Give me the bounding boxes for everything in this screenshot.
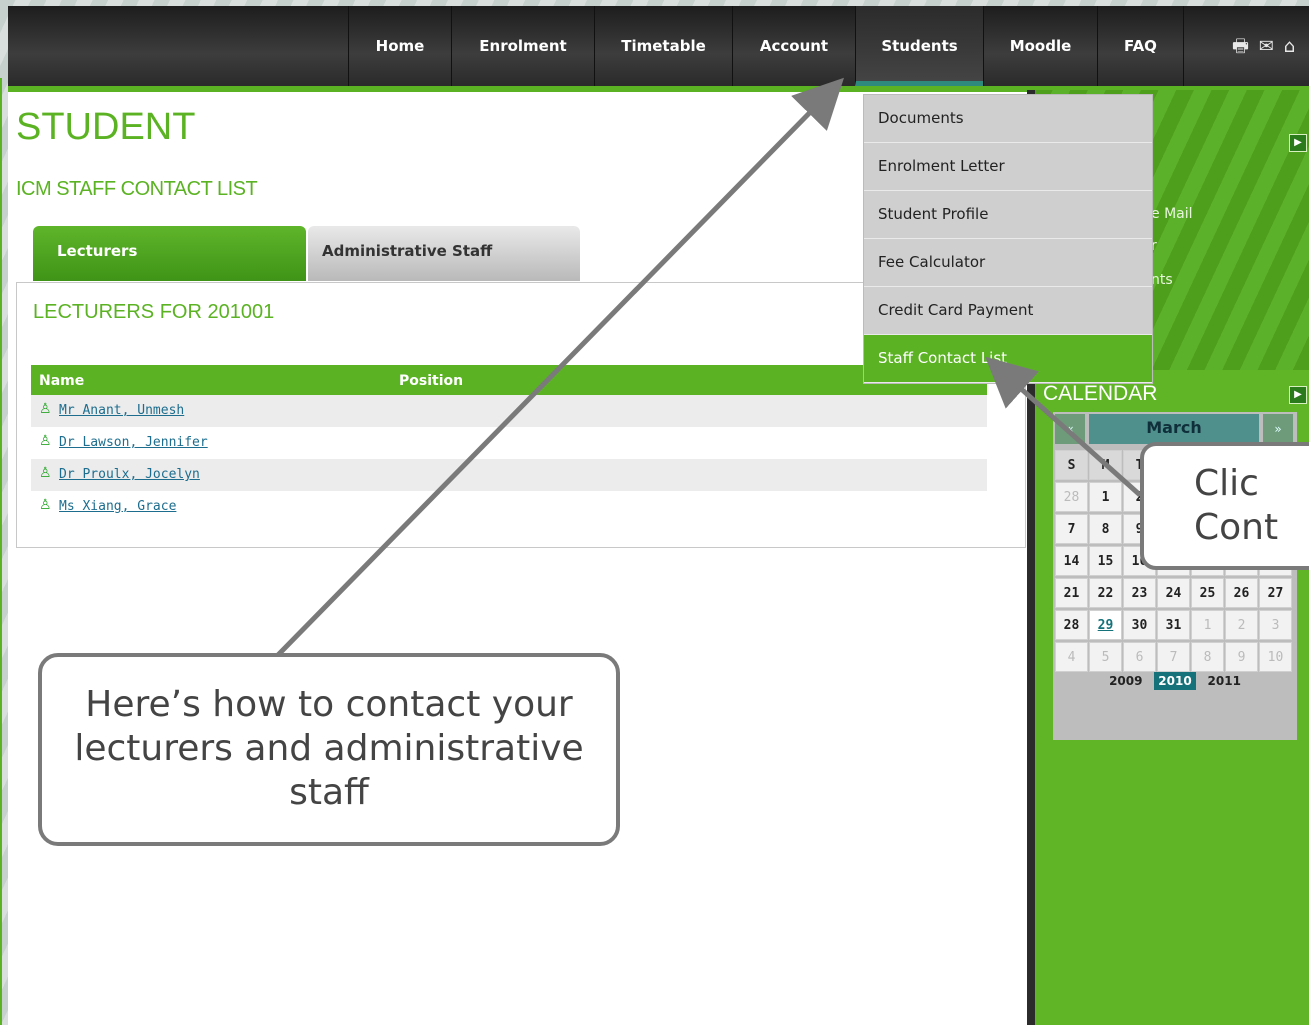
- calendar-day[interactable]: 28: [1055, 610, 1088, 640]
- nav-faq[interactable]: FAQ: [1097, 6, 1183, 86]
- calendar-day[interactable]: 8: [1191, 642, 1224, 672]
- calendar-day[interactable]: 14: [1055, 546, 1088, 576]
- menu-item-enrolment-letter[interactable]: Enrolment Letter: [864, 143, 1152, 191]
- person-icon: ♙: [39, 497, 52, 513]
- mail-icon[interactable]: ✉: [1259, 36, 1276, 57]
- calendar-day[interactable]: 2: [1225, 610, 1258, 640]
- nav-enrolment[interactable]: Enrolment: [451, 6, 594, 86]
- calendar-day[interactable]: 30: [1123, 610, 1156, 640]
- calendar-day[interactable]: 25: [1191, 578, 1224, 608]
- lecturer-link[interactable]: Ms Xiang, Grace: [59, 499, 176, 514]
- expand-arrow-icon[interactable]: ▶: [1289, 386, 1307, 404]
- expand-arrow-icon[interactable]: ▶: [1289, 134, 1307, 152]
- page-title: STUDENT: [16, 106, 196, 148]
- tab-administrative-staff[interactable]: Administrative Staff: [308, 226, 580, 281]
- sidebar-link[interactable]: e Mail: [1151, 206, 1193, 222]
- table-row: ♙ Ms Xiang, Grace: [31, 491, 987, 523]
- table-row: ♙ Mr Anant, Unmesh: [31, 395, 987, 427]
- calendar-day[interactable]: 24: [1157, 578, 1190, 608]
- calendar-day[interactable]: 8: [1089, 514, 1122, 544]
- person-icon: ♙: [39, 401, 52, 417]
- page-subtitle: ICM STAFF CONTACT LIST: [16, 178, 258, 200]
- calendar-day[interactable]: 7: [1055, 514, 1088, 544]
- calendar-day[interactable]: 15: [1089, 546, 1122, 576]
- table-row: ♙ Dr Proulx, Jocelyn: [31, 459, 987, 491]
- menu-item-student-profile[interactable]: Student Profile: [864, 191, 1152, 239]
- calendar-day[interactable]: 1: [1089, 482, 1122, 512]
- lecturer-link[interactable]: Mr Anant, Unmesh: [59, 403, 184, 418]
- home-icon[interactable]: ⌂: [1284, 36, 1297, 57]
- year-selector: 2009 2010 2011: [1053, 672, 1297, 690]
- year-link[interactable]: 2011: [1204, 672, 1245, 690]
- calendar-day[interactable]: 6: [1123, 642, 1156, 672]
- calendar-day[interactable]: 3: [1259, 610, 1292, 640]
- lecturer-link[interactable]: Dr Proulx, Jocelyn: [59, 467, 200, 482]
- nav-home[interactable]: Home: [348, 6, 451, 86]
- calendar-day[interactable]: 4: [1055, 642, 1088, 672]
- column-header-name: Name: [39, 373, 85, 389]
- callout-click-line2: Cont: [1194, 507, 1279, 548]
- table-row: ♙ Dr Lawson, Jennifer: [31, 427, 987, 459]
- calendar-day[interactable]: 26: [1225, 578, 1258, 608]
- next-month-button[interactable]: »: [1263, 414, 1293, 444]
- calendar-day[interactable]: 23: [1123, 578, 1156, 608]
- weekday-header: S: [1055, 450, 1088, 480]
- nav-account[interactable]: Account: [732, 6, 855, 86]
- menu-item-documents[interactable]: Documents: [864, 95, 1152, 143]
- weekday-header: M: [1089, 450, 1122, 480]
- calendar-day-today[interactable]: 29: [1089, 610, 1122, 640]
- nav-moodle[interactable]: Moodle: [983, 6, 1097, 86]
- menu-item-staff-contact-list[interactable]: Staff Contact List: [864, 335, 1152, 383]
- top-navigation: Home Enrolment Timetable Account Student…: [8, 6, 1309, 92]
- menu-item-fee-calculator[interactable]: Fee Calculator: [864, 239, 1152, 287]
- person-icon: ♙: [39, 465, 52, 481]
- students-dropdown-menu: Documents Enrolment Letter Student Profi…: [863, 94, 1153, 384]
- callout-click-line1: Clic: [1194, 463, 1259, 504]
- table-header: Name Position: [31, 365, 987, 395]
- calendar-day[interactable]: 10: [1259, 642, 1292, 672]
- prev-month-button[interactable]: «: [1055, 414, 1085, 444]
- year-link[interactable]: 2009: [1105, 672, 1146, 690]
- calendar-day[interactable]: 27: [1259, 578, 1292, 608]
- calendar-day[interactable]: 28: [1055, 482, 1088, 512]
- calendar-month: March: [1089, 414, 1259, 444]
- calendar-day[interactable]: 31: [1157, 610, 1190, 640]
- callout-main: Here’s how to contact your lecturers and…: [38, 653, 620, 846]
- calendar-day[interactable]: 5: [1089, 642, 1122, 672]
- sidebar-link[interactable]: nts: [1151, 272, 1173, 288]
- calendar-day[interactable]: 22: [1089, 578, 1122, 608]
- calendar-day[interactable]: 7: [1157, 642, 1190, 672]
- column-header-position: Position: [399, 373, 464, 389]
- year-link-selected[interactable]: 2010: [1154, 672, 1196, 690]
- calendar-day[interactable]: 21: [1055, 578, 1088, 608]
- nav-icons: 🖶 ✉ ⌂: [1232, 34, 1297, 64]
- calendar-day[interactable]: 9: [1225, 642, 1258, 672]
- panel-title: LECTURERS FOR 201001: [33, 301, 275, 323]
- lecturers-table: Name Position ♙ Mr Anant, Unmesh ♙ Dr La…: [31, 365, 987, 523]
- left-accent-bar: [0, 78, 2, 1025]
- lecturer-link[interactable]: Dr Lawson, Jennifer: [59, 435, 208, 450]
- nav-timetable[interactable]: Timetable: [594, 6, 732, 86]
- print-icon[interactable]: 🖶: [1232, 36, 1251, 57]
- menu-item-credit-card-payment[interactable]: Credit Card Payment: [864, 287, 1152, 335]
- page: Home Enrolment Timetable Account Student…: [8, 6, 1309, 1025]
- person-icon: ♙: [39, 433, 52, 449]
- callout-click: Clic Cont: [1140, 442, 1309, 570]
- tab-lecturers[interactable]: Lecturers: [33, 226, 306, 281]
- calendar-day[interactable]: 1: [1191, 610, 1224, 640]
- calendar-title: CALENDAR: [1043, 382, 1158, 405]
- nav-students[interactable]: Students: [855, 6, 983, 86]
